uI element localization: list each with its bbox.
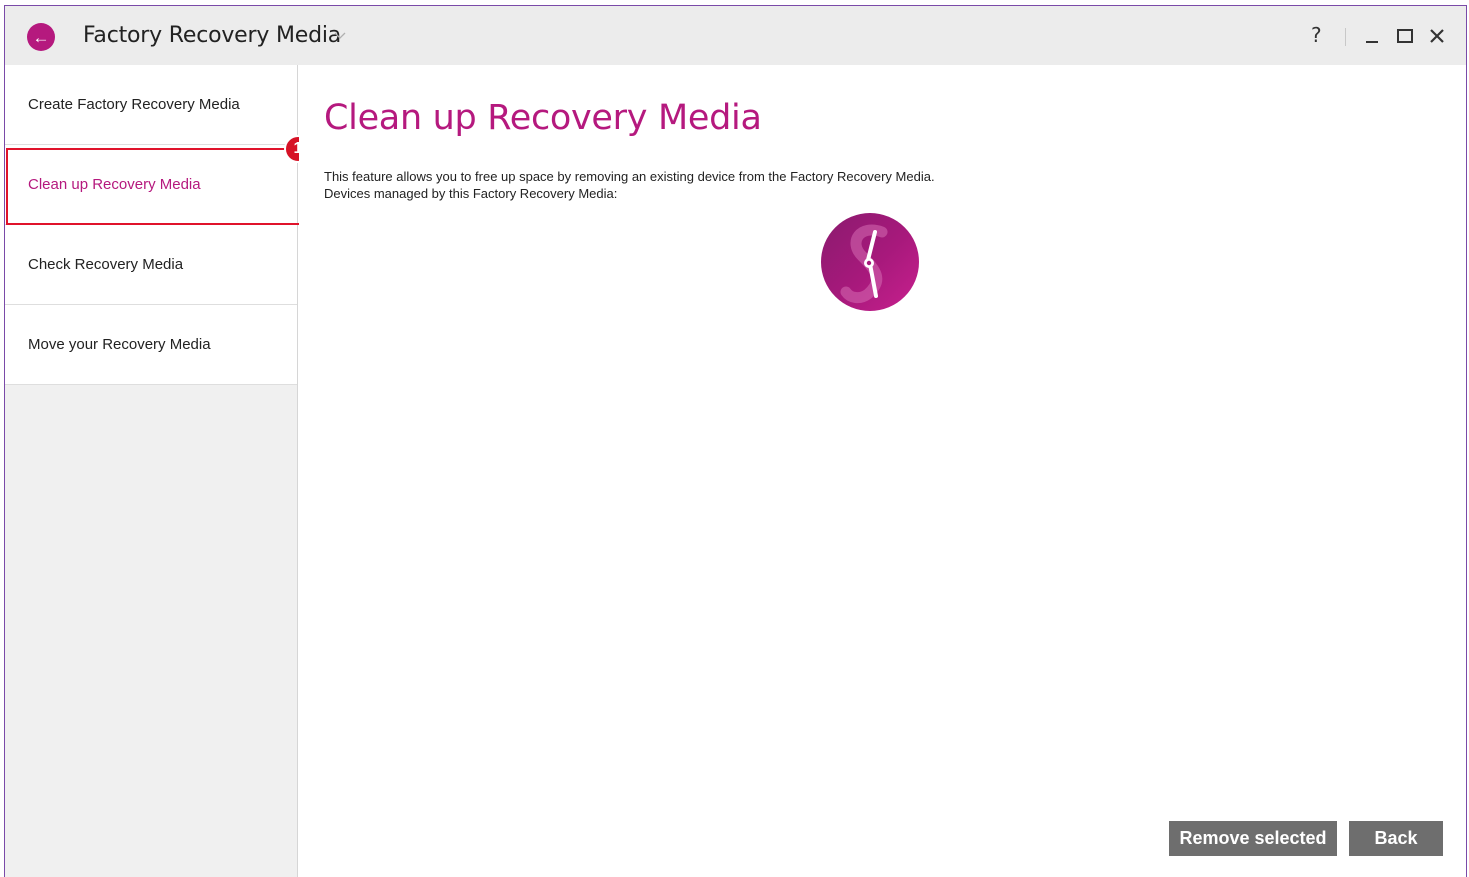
back-button[interactable]: Back xyxy=(1349,821,1443,856)
description-text: This feature allows you to free up space… xyxy=(324,169,935,184)
chevron-down-icon[interactable] xyxy=(333,28,347,42)
title-bar: ← Factory Recovery Media ? xyxy=(5,6,1466,65)
title-bar-divider xyxy=(1345,28,1346,46)
devices-list-caption: Devices managed by this Factory Recovery… xyxy=(324,186,618,201)
sidebar-item-label: Create Factory Recovery Media xyxy=(28,96,240,113)
sidebar-item-label: Move your Recovery Media xyxy=(28,336,211,353)
help-button[interactable]: ? xyxy=(1311,23,1322,47)
main-content: Clean up Recovery Media This feature all… xyxy=(299,65,1466,877)
sidebar: Create Factory Recovery Media Clean up R… xyxy=(5,65,312,877)
sidebar-item-create-factory-recovery-media[interactable]: Create Factory Recovery Media xyxy=(5,65,297,145)
back-arrow-icon[interactable]: ← xyxy=(27,23,55,51)
loading-spinner-icon xyxy=(821,213,919,311)
minimize-icon[interactable] xyxy=(1360,24,1384,48)
sidebar-item-move-recovery-media[interactable]: Move your Recovery Media xyxy=(5,305,297,385)
close-icon[interactable] xyxy=(1425,24,1449,48)
app-window: ← Factory Recovery Media ? Create Factor… xyxy=(4,5,1467,877)
sidebar-item-check-recovery-media[interactable]: Check Recovery Media xyxy=(5,225,297,305)
sidebar-item-label: Check Recovery Media xyxy=(28,256,184,273)
remove-selected-button[interactable]: Remove selected xyxy=(1169,821,1337,856)
page-title: Clean up Recovery Media xyxy=(324,98,762,138)
maximize-icon[interactable] xyxy=(1393,24,1417,48)
app-title: Factory Recovery Media xyxy=(83,23,342,48)
highlight-annotation-box xyxy=(6,148,301,225)
